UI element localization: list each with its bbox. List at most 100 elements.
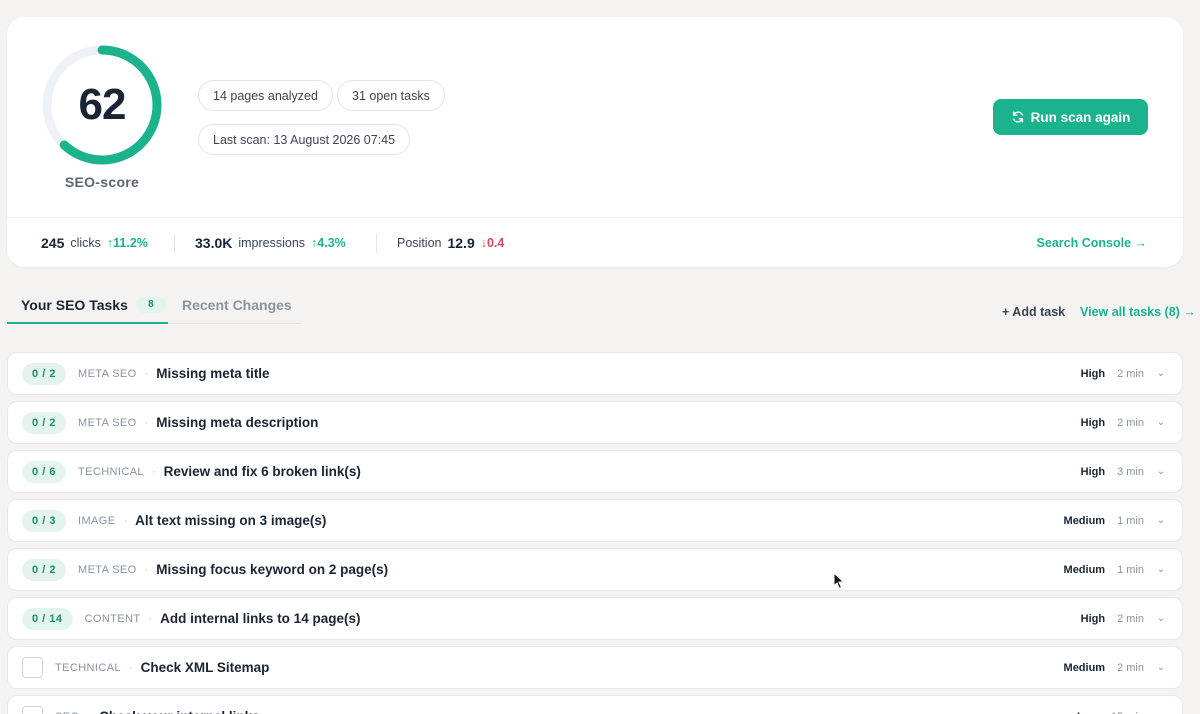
tasks-count-badge: 8 <box>135 296 166 313</box>
task-progress-badge: 0 / 2 <box>22 411 66 434</box>
task-title: Check your internal links <box>99 709 260 714</box>
task-meta: Medium 2 min ⌄ <box>1064 662 1182 674</box>
task-title: Add internal links to 14 page(s) <box>160 611 361 626</box>
task-category: IMAGE <box>78 514 116 527</box>
run-scan-button[interactable]: Run scan again <box>993 99 1148 135</box>
open-tasks-pill: 31 open tasks <box>337 80 445 111</box>
separator-dot: · <box>144 367 149 380</box>
task-time: 3 min <box>1117 465 1144 478</box>
task-progress-badge: 0 / 6 <box>22 460 66 483</box>
search-console-link[interactable]: Search Console → <box>1037 218 1147 267</box>
run-scan-label: Run scan again <box>1030 109 1131 125</box>
task-meta: Medium 1 min ⌄ <box>1064 564 1182 576</box>
task-category: META SEO <box>78 416 137 429</box>
task-priority: Medium <box>1063 563 1106 576</box>
task-checkbox[interactable] <box>22 657 43 678</box>
chevron-down-icon[interactable]: ⌄ <box>1156 662 1166 673</box>
task-category: CONTENT <box>84 612 141 625</box>
chevron-down-icon[interactable]: ⌄ <box>1156 564 1166 575</box>
task-meta: Medium 1 min ⌄ <box>1064 515 1182 527</box>
task-priority: High <box>1080 465 1106 478</box>
task-category: TECHNICAL <box>55 661 121 674</box>
position-label: Position <box>397 235 442 250</box>
task-row[interactable]: SEO·Check your internal linksLow15 min⌄ <box>7 695 1183 714</box>
chevron-down-icon[interactable]: ⌄ <box>1156 515 1166 526</box>
position-change: ↓0.4 <box>480 235 505 250</box>
clicks-metric: 245 clicks ↑11.2% <box>41 218 148 267</box>
task-row[interactable]: 0 / 2 META SEO · Missing meta title High 2 mi… <box>7 352 1183 395</box>
chevron-down-icon[interactable]: ⌄ <box>1156 417 1166 428</box>
clicks-label: clicks <box>70 235 101 250</box>
task-time: 15 min <box>1111 711 1144 714</box>
pages-analyzed-pill: 14 pages analyzed <box>198 80 333 111</box>
task-title: Missing focus keyword on 2 page(s) <box>156 562 389 577</box>
impressions-change: ↑4.3% <box>311 235 346 250</box>
task-title: Missing meta description <box>156 415 319 430</box>
task-row[interactable]: 0 / 3 IMAGE · Alt text missing on 3 image(s… <box>7 499 1183 542</box>
tab-seo-tasks[interactable]: Your SEO Tasks 8 <box>21 286 166 323</box>
add-task-button[interactable]: + Add task <box>1002 305 1065 319</box>
task-checkbox[interactable] <box>22 706 43 714</box>
mouse-cursor-icon <box>833 572 845 590</box>
metrics-bar: 245 clicks ↑11.2% 33.0K impressions ↑4.3… <box>7 218 1183 267</box>
task-meta: High 3 min ⌄ <box>1081 466 1182 478</box>
task-progress-badge: 0 / 2 <box>22 362 66 385</box>
seo-score-gauge: 62 <box>40 43 164 167</box>
task-row[interactable]: 0 / 2 META SEO · Missing focus keyword on 2… <box>7 548 1183 591</box>
separator-dot: · <box>128 661 133 674</box>
task-meta: High 2 min ⌄ <box>1081 417 1182 429</box>
tab-recent-changes[interactable]: Recent Changes <box>182 286 292 323</box>
score-value: 62 <box>78 80 127 129</box>
task-row[interactable]: 0 / 2 META SEO · Missing meta description Hi… <box>7 401 1183 444</box>
refresh-icon <box>1012 111 1023 123</box>
score-label: SEO-score <box>64 174 140 190</box>
task-priority: Medium <box>1063 661 1106 674</box>
task-progress-badge: 0 / 2 <box>22 558 66 581</box>
task-category: META SEO <box>78 563 137 576</box>
task-title: Missing meta title <box>156 366 270 381</box>
view-all-tasks-link[interactable]: View all tasks (8) → <box>1080 305 1196 319</box>
metric-separator <box>376 234 377 253</box>
task-row[interactable]: 0 / 6 TECHNICAL · Review and fix 6 broken l… <box>7 450 1183 493</box>
score-card: 62 SEO-score 14 pages analyzed 31 open t… <box>7 17 1183 267</box>
clicks-value: 245 <box>41 234 65 251</box>
task-category: META SEO <box>78 367 137 380</box>
task-progress-badge: 0 / 3 <box>22 509 66 532</box>
task-time: 1 min <box>1117 514 1144 527</box>
task-priority: Low <box>1077 711 1099 714</box>
task-title: Alt text missing on 3 image(s) <box>135 513 327 528</box>
task-meta: High 2 min ⌄ <box>1081 368 1182 380</box>
separator-dot: · <box>123 514 128 527</box>
task-time: 2 min <box>1117 661 1144 674</box>
separator-dot: · <box>144 416 149 429</box>
position-value: 12.9 <box>447 234 475 251</box>
task-priority: High <box>1080 416 1106 429</box>
task-time: 2 min <box>1117 367 1144 380</box>
active-tab-indicator <box>7 322 168 324</box>
separator-dot: · <box>148 612 153 625</box>
impressions-label: impressions <box>238 235 306 250</box>
clicks-change: ↑11.2% <box>106 235 148 250</box>
task-category: TECHNICAL <box>78 465 144 478</box>
task-time: 2 min <box>1117 612 1144 625</box>
task-progress-badge: 0 / 14 <box>22 607 73 630</box>
task-title: Review and fix 6 broken link(s) <box>163 464 361 479</box>
tab-seo-tasks-label: Your SEO Tasks <box>21 296 128 313</box>
task-time: 2 min <box>1117 416 1144 429</box>
impressions-metric: 33.0K impressions ↑4.3% <box>195 218 346 267</box>
separator-dot: · <box>144 563 149 576</box>
task-row[interactable]: 0 / 14 CONTENT · Add internal links to 14 p… <box>7 597 1183 640</box>
task-row[interactable]: TECHNICAL · Check XML Sitemap Medium 2 min ⌄ <box>7 646 1183 689</box>
position-metric: Position 12.9 ↓0.4 <box>397 218 504 267</box>
chevron-down-icon[interactable]: ⌄ <box>1156 368 1166 379</box>
task-time: 1 min <box>1117 563 1144 576</box>
metric-separator <box>174 234 175 253</box>
separator-dot: · <box>87 711 91 714</box>
task-priority: High <box>1080 612 1106 625</box>
last-scan-pill: Last scan: 13 August 2026 07:45 <box>198 124 411 155</box>
chevron-down-icon[interactable]: ⌄ <box>1156 613 1166 624</box>
chevron-down-icon[interactable]: ⌄ <box>1156 466 1166 477</box>
task-tabs: Your SEO Tasks 8 Recent Changes <box>7 286 301 324</box>
task-meta: Low15 min⌄ <box>1077 711 1182 714</box>
task-category: SEO <box>55 711 79 714</box>
